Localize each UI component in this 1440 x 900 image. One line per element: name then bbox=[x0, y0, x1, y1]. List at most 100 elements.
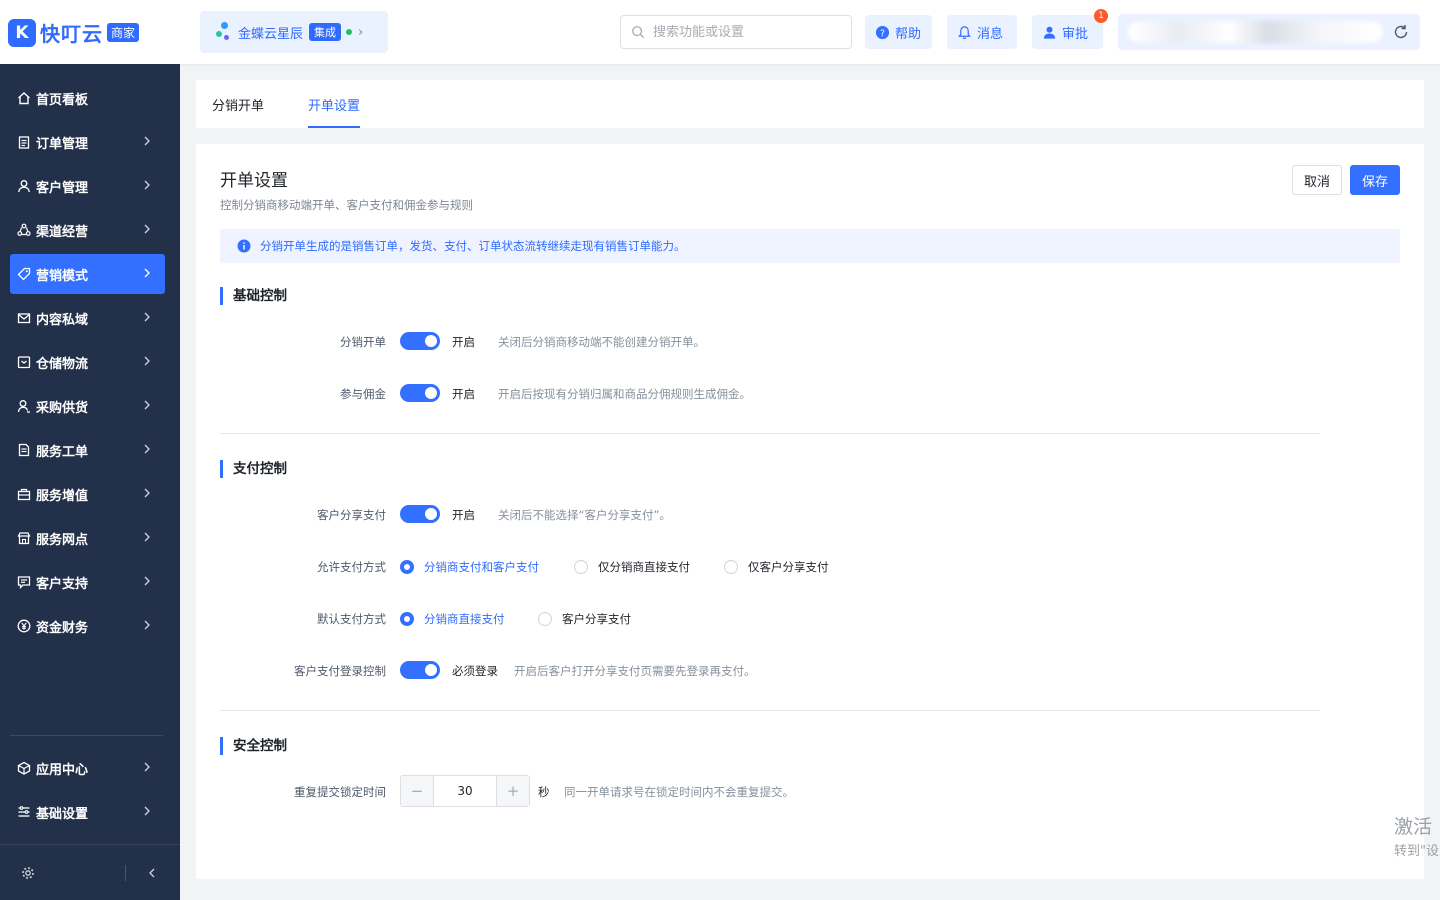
online-status-icon bbox=[346, 29, 353, 35]
sidebar-item-value-added[interactable]: 服务增值 bbox=[10, 474, 165, 514]
chevron-right-icon bbox=[144, 532, 150, 542]
document-icon bbox=[16, 443, 31, 458]
approve-label: 审批 bbox=[1062, 26, 1089, 42]
commission-label: 参与佣金 bbox=[340, 387, 386, 401]
info-notice: 分销开单生成的是销售订单，发货、支付、订单状态流转继续走现有销售订单能力。 bbox=[220, 229, 1400, 263]
sidebar-item-label: 营销模式 bbox=[36, 268, 89, 284]
radio-label: 分销商直接支付 bbox=[424, 612, 505, 626]
settings-card: 开单设置 控制分销商移动端开单、客户支付和佣金参与规则 取消 保存 分销开单生成… bbox=[196, 144, 1424, 879]
search-input[interactable] bbox=[653, 24, 843, 40]
product-tag: 集成 bbox=[309, 23, 342, 41]
product-switcher[interactable]: 金蝶云星辰 集成 › bbox=[200, 11, 388, 53]
section-title-security: 安全控制 bbox=[220, 737, 287, 755]
switch-state: 开启 bbox=[452, 508, 475, 522]
sidebar-item-label: 订单管理 bbox=[36, 136, 89, 152]
lock-time-label: 重复提交锁定时间 bbox=[294, 785, 386, 799]
radio-label: 仅客户分享支付 bbox=[748, 560, 829, 574]
switch-state: 开启 bbox=[452, 387, 475, 401]
radio-default-customer-share[interactable]: 客户分享支付 bbox=[538, 611, 631, 627]
chevron-right-icon bbox=[144, 576, 150, 586]
user-icon bbox=[1043, 26, 1056, 39]
commission-switch[interactable] bbox=[400, 384, 440, 402]
logo-badge: 商家 bbox=[107, 23, 140, 42]
product-logo-icon bbox=[214, 21, 234, 43]
store-icon bbox=[16, 531, 31, 546]
chevron-right-icon bbox=[144, 224, 150, 234]
radio-allowed-both[interactable]: 分销商支付和客户支付 bbox=[400, 559, 539, 575]
chevron-right-icon bbox=[144, 762, 150, 772]
field-hint: 同一开单请求号在锁定时间内不会重复提交。 bbox=[564, 785, 794, 799]
chevron-right-icon bbox=[144, 444, 150, 454]
radio-label: 仅分销商直接支付 bbox=[598, 560, 690, 574]
watermark-line1: 激活 bbox=[1394, 816, 1433, 838]
sidebar-item-support[interactable]: 客户支持 bbox=[10, 562, 165, 602]
increment-button[interactable]: + bbox=[497, 776, 529, 806]
login-control-label: 客户支付登录控制 bbox=[294, 664, 386, 678]
sidebar-item-label: 资金财务 bbox=[36, 620, 89, 636]
user-account-area[interactable] bbox=[1118, 14, 1420, 50]
chevron-right-icon bbox=[144, 268, 150, 278]
sidebar-item-basic-settings[interactable]: 基础设置 bbox=[10, 792, 165, 832]
collapse-sidebar-icon[interactable] bbox=[146, 866, 158, 880]
chat-icon bbox=[16, 575, 31, 590]
lock-time-value[interactable]: 30 bbox=[433, 776, 497, 806]
approve-button[interactable]: 审批 1 bbox=[1032, 9, 1108, 49]
save-button[interactable]: 保存 bbox=[1350, 165, 1400, 195]
yen-icon bbox=[16, 619, 31, 634]
messages-button[interactable]: 消息 bbox=[947, 15, 1017, 49]
sidebar-item-finance[interactable]: 资金财务 bbox=[10, 606, 165, 646]
share-pay-switch[interactable] bbox=[400, 505, 440, 523]
refresh-icon[interactable] bbox=[1392, 23, 1410, 41]
search-box[interactable] bbox=[620, 15, 852, 49]
distribution-order-switch[interactable] bbox=[400, 332, 440, 350]
radio-unchecked-icon bbox=[538, 612, 552, 626]
logo[interactable]: K 快叮云 商家 bbox=[8, 18, 140, 47]
sidebar-item-warehouse[interactable]: 仓储物流 bbox=[10, 342, 165, 382]
tab-order-settings[interactable]: 开单设置 bbox=[308, 80, 361, 128]
help-button[interactable]: ? 帮助 bbox=[865, 15, 932, 49]
sidebar-item-app-center[interactable]: 应用中心 bbox=[10, 748, 165, 788]
decrement-button[interactable]: − bbox=[401, 776, 433, 806]
info-icon bbox=[237, 239, 251, 253]
sidebar-item-customers[interactable]: 客户管理 bbox=[10, 166, 165, 206]
messages-label: 消息 bbox=[977, 26, 1004, 42]
bell-icon bbox=[958, 25, 971, 39]
section-title-payment: 支付控制 bbox=[220, 460, 287, 478]
switch-state: 开启 bbox=[452, 335, 475, 349]
chevron-right-icon bbox=[144, 312, 150, 322]
sidebar-item-marketing[interactable]: 营销模式 bbox=[10, 254, 165, 294]
section-divider bbox=[220, 433, 1320, 434]
lock-time-stepper[interactable]: − 30 + bbox=[400, 775, 530, 807]
field-hint: 关闭后不能选择“客户分享支付”。 bbox=[498, 508, 671, 522]
page-title: 开单设置 bbox=[220, 171, 288, 191]
page-tabs: 分销开单 开单设置 bbox=[196, 80, 1424, 128]
switch-state: 必须登录 bbox=[452, 664, 498, 678]
tab-distribution-orders[interactable]: 分销开单 bbox=[212, 80, 264, 128]
sidebar-item-service-orders[interactable]: 服务工单 bbox=[10, 430, 165, 470]
mail-icon bbox=[16, 311, 31, 326]
sidebar-item-channels[interactable]: 渠道经营 bbox=[10, 210, 165, 250]
os-activation-watermark: 激活 转到"设 bbox=[1388, 805, 1440, 865]
sidebar-item-label: 服务网点 bbox=[36, 532, 89, 548]
chevron-right-icon: › bbox=[358, 24, 364, 40]
sidebar-item-purchase[interactable]: 采购供货 bbox=[10, 386, 165, 426]
sidebar-item-home[interactable]: 首页看板 bbox=[10, 78, 165, 118]
chevron-right-icon bbox=[144, 400, 150, 410]
chevron-right-icon bbox=[144, 180, 150, 190]
section-title-basic: 基础控制 bbox=[220, 287, 287, 305]
radio-label: 客户分享支付 bbox=[562, 612, 631, 626]
radio-allowed-distributor-only[interactable]: 仅分销商直接支付 bbox=[574, 559, 690, 575]
gear-icon[interactable] bbox=[21, 866, 35, 880]
radio-allowed-customer-only[interactable]: 仅客户分享支付 bbox=[724, 559, 829, 575]
sidebar-item-orders[interactable]: 订单管理 bbox=[10, 122, 165, 162]
sidebar-item-label: 渠道经营 bbox=[36, 224, 89, 240]
radio-checked-icon bbox=[400, 612, 414, 626]
sidebar-item-label: 应用中心 bbox=[36, 762, 89, 778]
radio-default-distributor[interactable]: 分销商直接支付 bbox=[400, 611, 505, 627]
sidebar-item-service-points[interactable]: 服务网点 bbox=[10, 518, 165, 558]
cancel-button[interactable]: 取消 bbox=[1292, 165, 1342, 195]
sidebar-item-label: 内容私域 bbox=[36, 312, 89, 328]
sidebar-item-content[interactable]: 内容私域 bbox=[10, 298, 165, 338]
login-control-switch[interactable] bbox=[400, 661, 440, 679]
unit-label: 秒 bbox=[538, 785, 550, 799]
